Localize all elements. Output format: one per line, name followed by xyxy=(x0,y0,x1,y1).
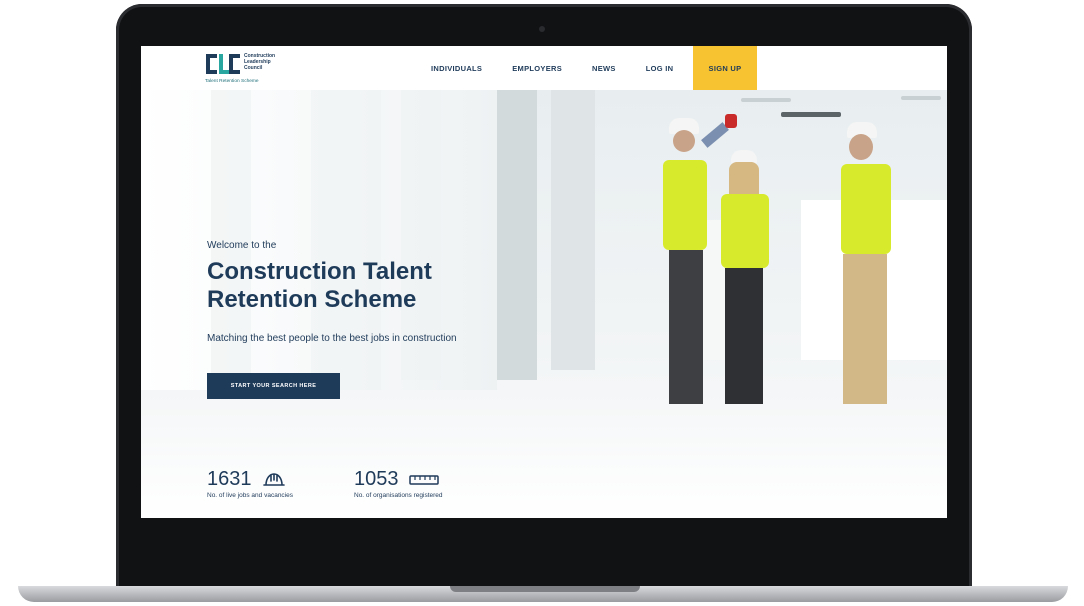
site-header: Construction Leadership Council Talent R… xyxy=(141,46,947,90)
nav-individuals[interactable]: INDIVIDUALS xyxy=(431,64,482,73)
head xyxy=(673,130,695,152)
nav-log-in[interactable]: LOG IN xyxy=(646,64,674,73)
page-title: Construction Talent Retention Scheme xyxy=(207,258,432,313)
main-nav: INDIVIDUALS EMPLOYERS NEWS LOG IN xyxy=(431,46,703,90)
hero-subtitle: Matching the best people to the best job… xyxy=(207,333,457,344)
hi-vis-vest xyxy=(663,160,707,250)
stat-value: 1631 xyxy=(207,468,252,490)
ceiling-light xyxy=(781,112,841,117)
pillar xyxy=(551,90,595,370)
ceiling-light xyxy=(741,98,791,102)
logo-name-line3: Council xyxy=(244,65,263,71)
stat-label: No. of live jobs and vacancies xyxy=(207,492,293,499)
browser-viewport: Construction Leadership Council Talent R… xyxy=(141,46,947,518)
welcome-text: Welcome to the xyxy=(207,240,277,251)
head xyxy=(849,134,873,160)
hi-vis-vest xyxy=(721,194,769,268)
legs xyxy=(843,254,887,404)
legs xyxy=(725,268,763,404)
clc-logo[interactable]: Construction Leadership Council Talent R… xyxy=(205,52,295,86)
nav-employers[interactable]: EMPLOYERS xyxy=(512,64,562,73)
hi-vis-vest xyxy=(841,164,891,254)
ruler-icon xyxy=(409,474,439,485)
stat-value: 1053 xyxy=(354,468,399,490)
stat-live-jobs: 1631 No. of live jobs and vacancies xyxy=(207,468,293,499)
logo-subtitle: Talent Retention Scheme xyxy=(205,79,259,84)
stat-organisations: 1053 No. of organisations registered xyxy=(354,468,443,499)
hard-hat-icon xyxy=(263,472,285,486)
nav-news[interactable]: NEWS xyxy=(592,64,616,73)
stat-label: No. of organisations registered xyxy=(354,492,443,499)
ceiling-light xyxy=(901,96,941,100)
sign-up-button[interactable]: SIGN UP xyxy=(693,46,757,90)
legs xyxy=(669,250,703,404)
start-search-button[interactable]: START YOUR SEARCH HERE xyxy=(207,373,340,399)
clc-logo-mark-icon xyxy=(206,54,240,74)
logo-name: Construction Leadership Council xyxy=(244,53,294,71)
hero-section: Welcome to the Construction Talent Reten… xyxy=(141,90,947,518)
camera-icon xyxy=(539,26,545,32)
red-glove xyxy=(725,114,737,128)
pillar xyxy=(497,90,537,380)
laptop-notch xyxy=(450,586,640,592)
